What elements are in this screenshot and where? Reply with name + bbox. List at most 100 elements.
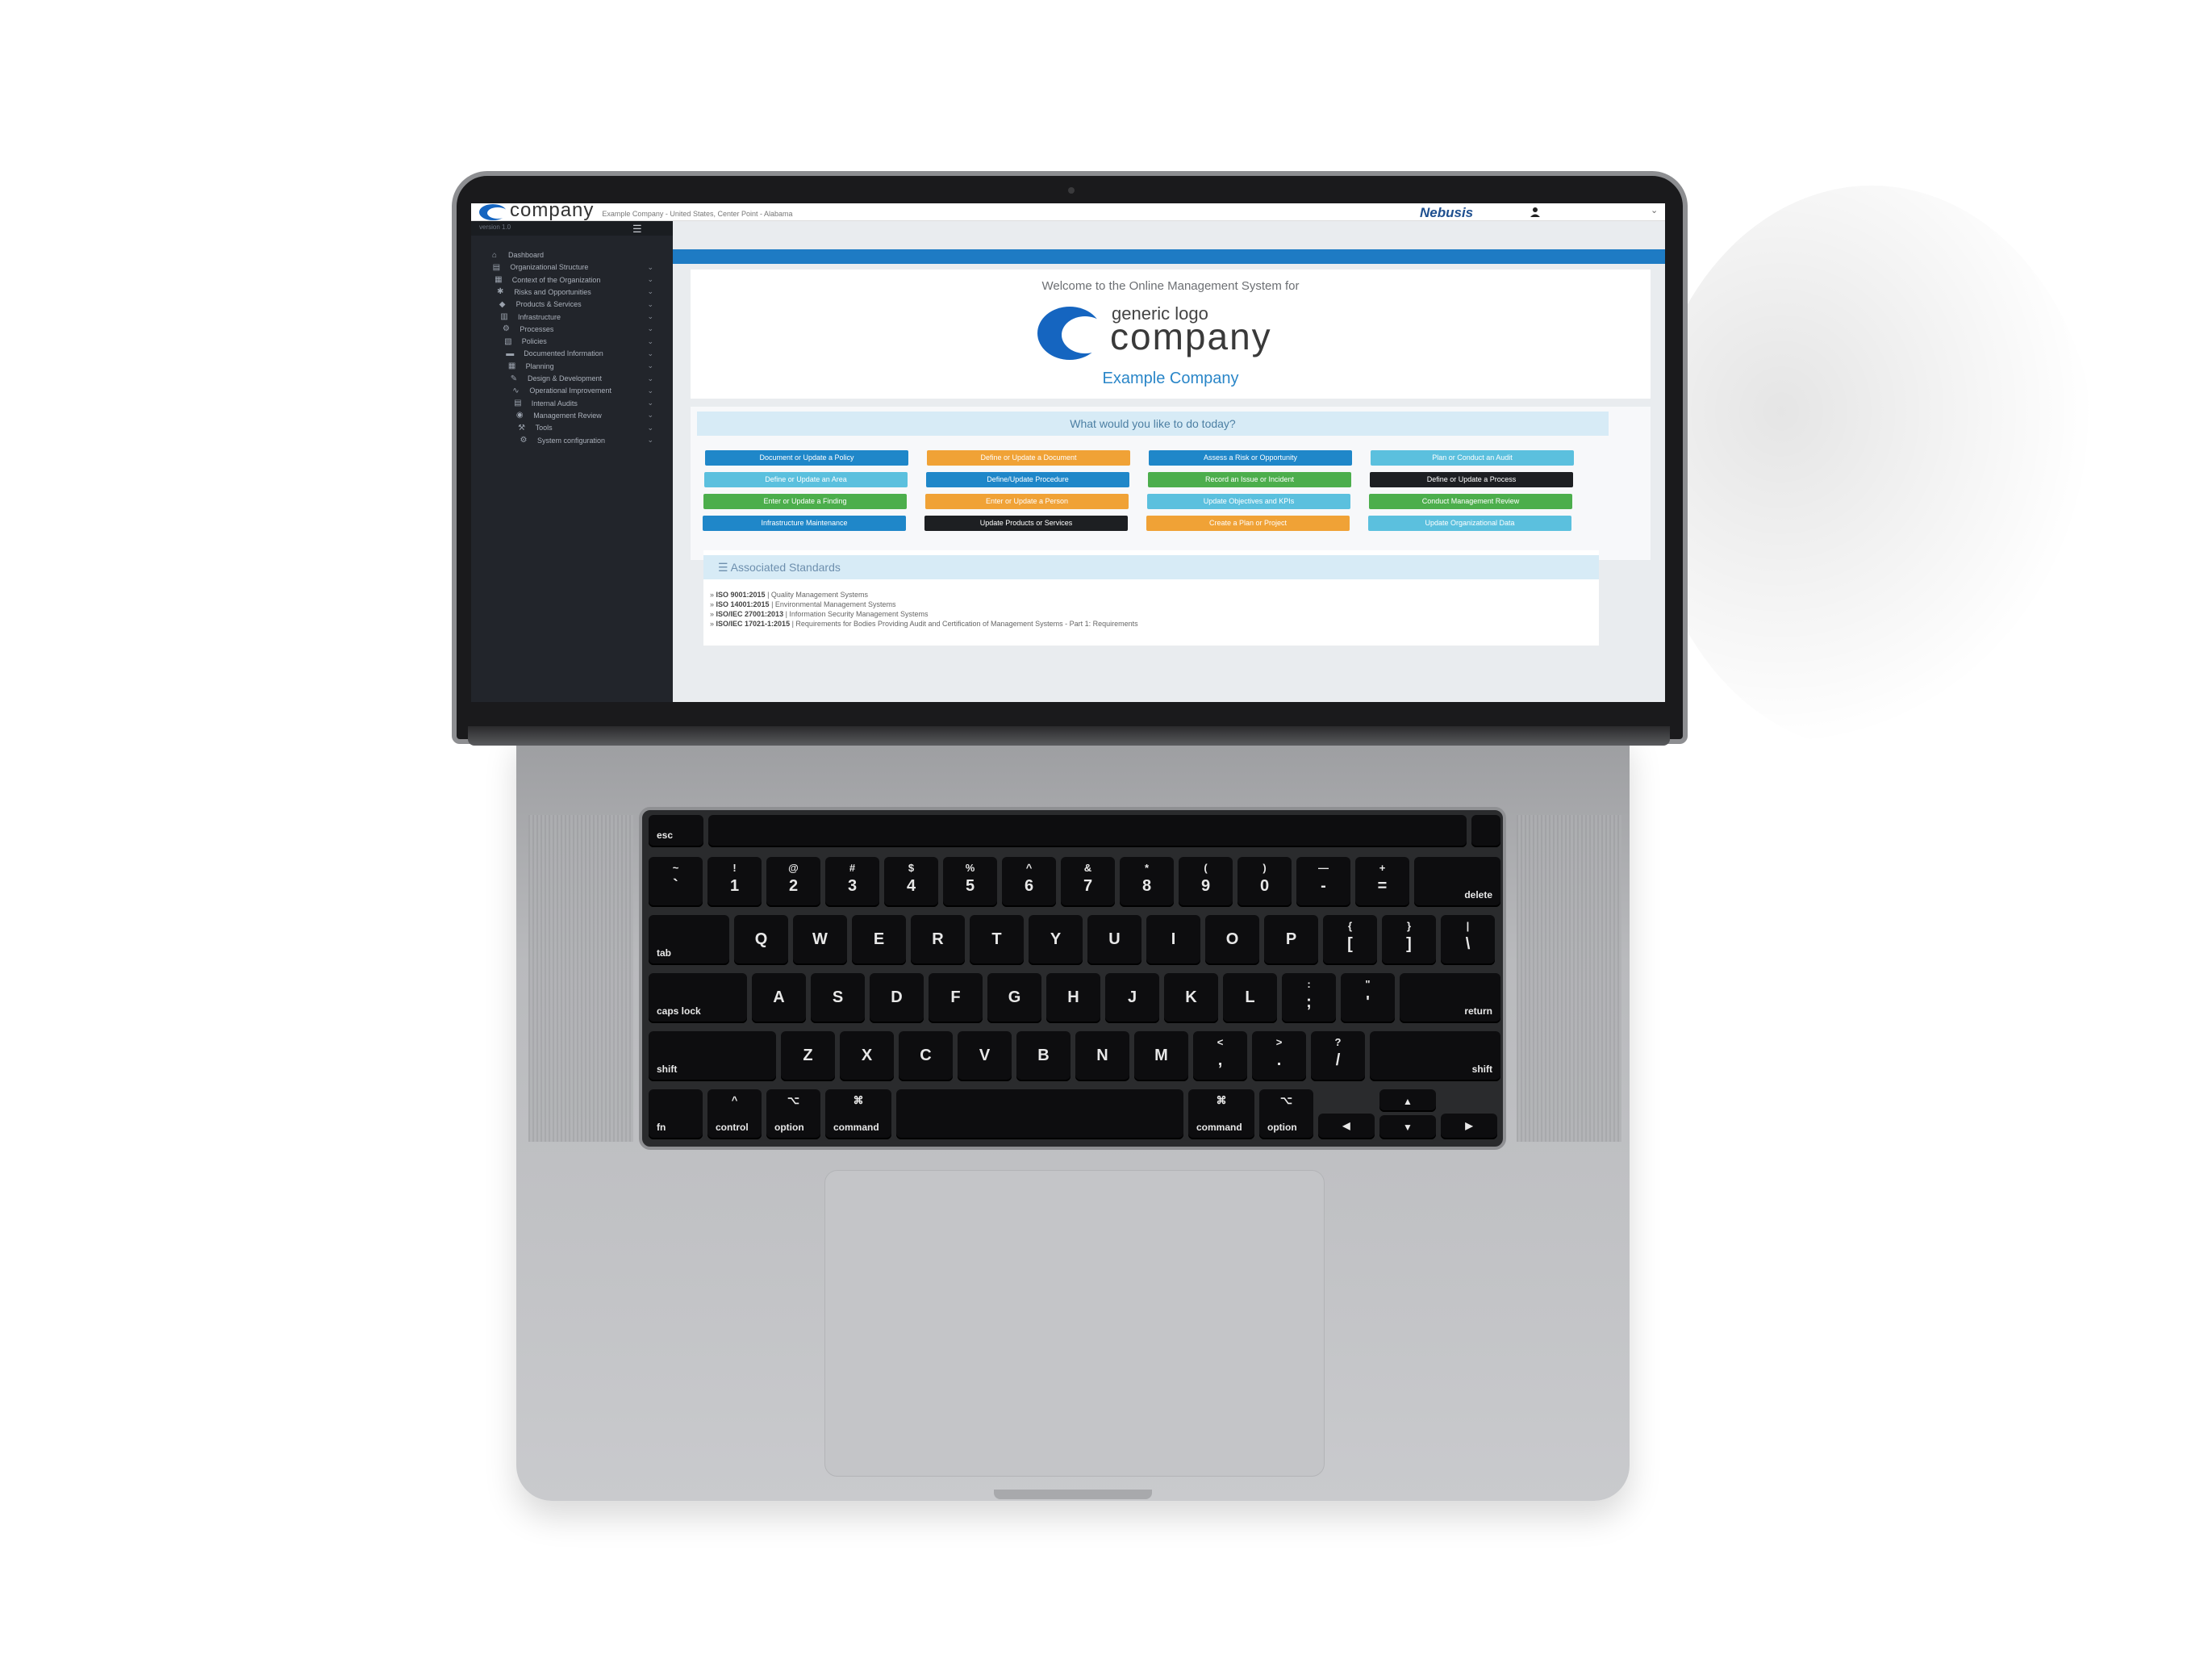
key-p[interactable]: P [1264,915,1318,965]
action-button[interactable]: Update Objectives and KPIs [1147,494,1350,509]
key-1[interactable]: ~ ` [649,857,703,907]
option-left-key[interactable]: ⌥ option [766,1089,820,1139]
action-button[interactable]: Update Organizational Data [1368,516,1571,531]
key-j[interactable]: J [1105,973,1159,1023]
sidebar-item-label: Planning [525,361,554,370]
shift-left-key[interactable]: shift [649,1031,776,1081]
key-punct[interactable]: >. [1252,1031,1306,1081]
action-button[interactable]: Define or Update a Document [927,450,1130,466]
key-o[interactable]: O [1205,915,1259,965]
bug-icon: ✱ [496,287,504,297]
standard-description: Information Security Management Systems [789,610,929,618]
key-w[interactable]: W [793,915,847,965]
user-icon[interactable] [1528,207,1542,218]
touch-bar[interactable] [708,815,1467,847]
key-i[interactable]: I [1146,915,1200,965]
key-5[interactable]: $4 [884,857,938,907]
arrow-up-key[interactable]: ▲ [1379,1089,1436,1112]
key-l[interactable]: L [1223,973,1277,1023]
documents-icon: ▧ [504,336,512,346]
action-button[interactable]: Define or Update a Process [1370,472,1573,487]
brand[interactable]: company Example Company - United States,… [479,203,793,221]
action-button[interactable]: Conduct Management Review [1369,494,1572,509]
key-punct[interactable]: ? / [1311,1031,1365,1081]
action-button[interactable]: Create a Plan or Project [1146,516,1350,531]
space-bar[interactable] [896,1089,1183,1139]
trackpad[interactable] [824,1170,1325,1477]
key-r[interactable]: R [911,915,965,965]
key-y[interactable]: Y [1029,915,1083,965]
key-u[interactable]: U [1087,915,1141,965]
key-v[interactable]: V [958,1031,1012,1081]
action-button[interactable]: Plan or Conduct an Audit [1371,450,1574,466]
key-x[interactable]: X [840,1031,894,1081]
key-6[interactable]: % 5 [943,857,997,907]
key-9[interactable]: * 8 [1120,857,1174,907]
action-button[interactable]: Update Products or Services [924,516,1128,531]
key-s[interactable]: S [811,973,865,1023]
key-b[interactable]: B [1016,1031,1071,1081]
key-legend: 2 [788,877,799,895]
action-button[interactable]: Document or Update a Policy [705,450,908,466]
key-punct[interactable]: <, [1193,1031,1247,1081]
return-key[interactable]: return [1400,973,1500,1023]
key-label: delete [1464,889,1492,901]
action-button[interactable]: Enter or Update a Finding [703,494,907,509]
clipboard-icon: ▤ [514,399,522,408]
key-d[interactable]: D [870,973,924,1023]
delete-key[interactable]: delete [1414,857,1500,907]
key-f[interactable]: F [929,973,983,1023]
action-button[interactable]: Define/Update Procedure [926,472,1129,487]
action-button[interactable]: Enter or Update a Person [925,494,1129,509]
fn-key[interactable]: fn [649,1089,703,1139]
key-11[interactable]: ) 0 [1237,857,1292,907]
arrow-right-key[interactable]: ▶ [1441,1114,1497,1139]
tab-key[interactable]: tab [649,915,729,965]
key-13[interactable]: + = [1355,857,1409,907]
key-punct[interactable]: " ' [1341,973,1395,1023]
control-key[interactable]: ^ control [707,1089,762,1139]
action-button[interactable]: Assess a Risk or Opportunity [1149,450,1352,466]
key-c[interactable]: C [899,1031,953,1081]
key-2[interactable]: ! 1 [707,857,762,907]
key-3[interactable]: @2 [766,857,820,907]
action-button[interactable]: Record an Issue or Incident [1148,472,1351,487]
key-bracket[interactable]: {[ [1323,915,1377,965]
action-button[interactable]: Define or Update an Area [704,472,908,487]
command-left-key[interactable]: ⌘ command [825,1089,891,1139]
key-z[interactable]: Z [781,1031,835,1081]
key-g[interactable]: G [987,973,1041,1023]
key-k[interactable]: K [1164,973,1218,1023]
screen: company Example Company - United States,… [471,203,1665,702]
key-8[interactable]: & 7 [1061,857,1115,907]
key-12[interactable]: — - [1296,857,1350,907]
chevron-down-icon[interactable]: ⌄ [1651,205,1658,215]
touch-id-key[interactable] [1471,815,1500,847]
key-q[interactable]: Q [734,915,788,965]
key-bracket[interactable]: | \ [1441,915,1495,965]
key-n[interactable]: N [1075,1031,1129,1081]
key-a[interactable]: A [752,973,806,1023]
esc-key[interactable]: esc [649,815,703,847]
action-button[interactable]: Infrastructure Maintenance [703,516,906,531]
key-7[interactable]: ^ 6 [1002,857,1056,907]
sidebar-item[interactable]: ⚙ System configuration ⌄ [518,433,653,449]
key-10[interactable]: (9 [1179,857,1233,907]
gears-icon: ⚙ [502,324,510,334]
chevron-down-icon: ⌄ [647,336,653,345]
key-m[interactable]: M [1134,1031,1188,1081]
key-punct[interactable]: :; [1282,973,1336,1023]
key-bracket[interactable]: }] [1382,915,1436,965]
key-t[interactable]: T [970,915,1024,965]
shift-right-key[interactable]: shift [1370,1031,1500,1081]
key-shift-legend: ^ [1025,862,1033,874]
command-right-key[interactable]: ⌘ command [1188,1089,1254,1139]
option-right-key[interactable]: ⌥ option [1259,1089,1313,1139]
key-h[interactable]: H [1046,973,1100,1023]
arrow-down-key[interactable]: ▼ [1379,1115,1436,1139]
arrow-left-key[interactable]: ◀ [1318,1114,1375,1139]
menu-toggle-icon[interactable]: ☰ [632,223,642,236]
key-e[interactable]: E [852,915,906,965]
key-4[interactable]: #3 [825,857,879,907]
caps-lock-key[interactable]: caps lock [649,973,747,1023]
